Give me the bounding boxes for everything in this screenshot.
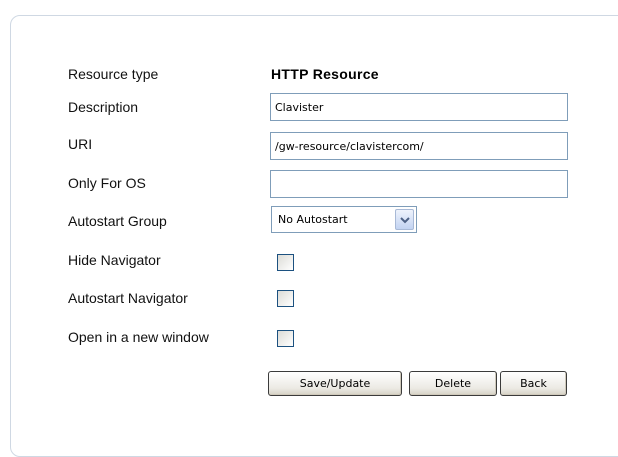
resource-type-label: Resource type [68,66,159,82]
open-new-window-checkbox[interactable] [277,330,294,347]
description-input[interactable] [270,93,568,121]
back-button[interactable]: Back [500,371,567,396]
save-update-button[interactable]: Save/Update [268,371,402,396]
autostart-group-label: Autostart Group [68,213,167,229]
resource-type-value: HTTP Resource [271,66,379,82]
autostart-group-select[interactable]: No Autostart [271,206,417,233]
hide-navigator-label: Hide Navigator [68,252,161,268]
chevron-down-icon [400,217,410,224]
only-for-os-input[interactable] [270,170,568,198]
delete-button[interactable]: Delete [409,371,497,396]
autostart-navigator-label: Autostart Navigator [68,290,188,306]
uri-input[interactable] [270,132,568,160]
autostart-group-selected-value: No Autostart [278,213,348,226]
open-new-window-label: Open in a new window [68,329,209,345]
uri-label: URI [68,136,93,152]
only-for-os-label: Only For OS [68,175,146,191]
hide-navigator-checkbox[interactable] [277,254,294,271]
select-dropdown-button[interactable] [395,209,414,230]
autostart-navigator-checkbox[interactable] [277,290,294,307]
description-label: Description [68,99,139,115]
